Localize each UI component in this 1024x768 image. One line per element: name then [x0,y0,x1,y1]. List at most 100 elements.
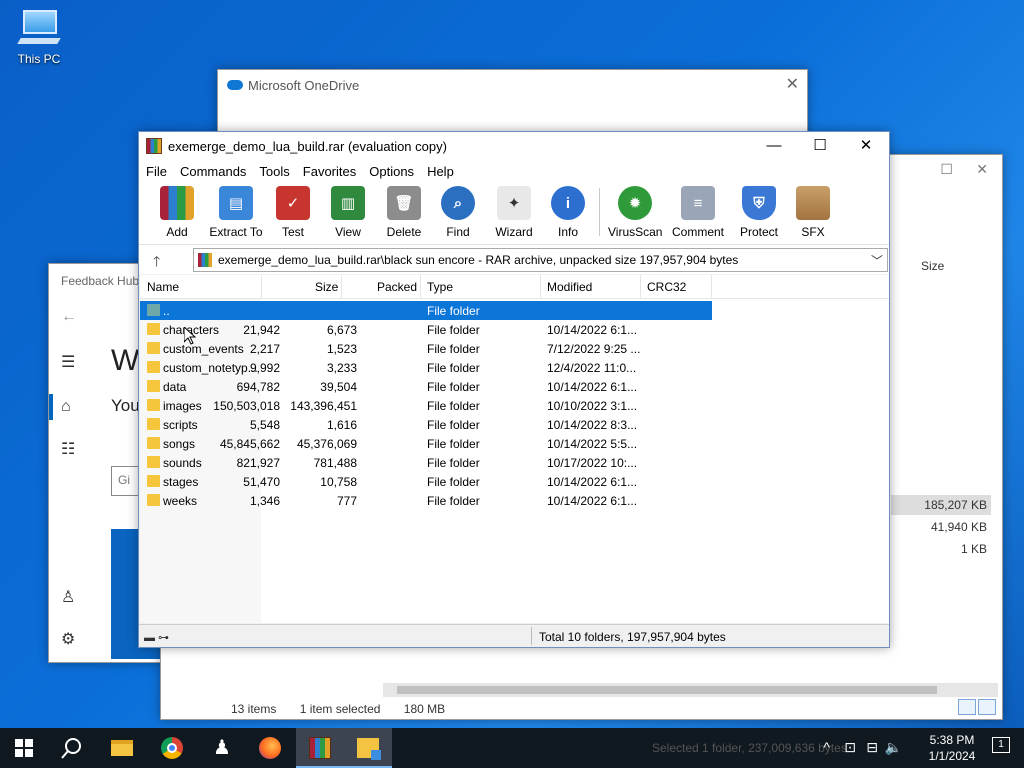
start-button[interactable] [0,728,48,768]
taskbar-winrar[interactable] [296,728,344,768]
menu-tools[interactable]: Tools [252,162,295,179]
taskbar-explorer-window[interactable] [344,728,392,768]
file-row[interactable]: characters 21,942 6,673 File folder 10/14/20… [140,320,712,339]
winrar-window[interactable]: exemerge_demo_lua_build.rar (evaluation … [138,131,890,648]
taskbar-chrome[interactable] [148,728,196,768]
file-row[interactable]: sounds 821,927 781,488 File folder 10/17/202… [140,453,712,472]
extract-to-button[interactable]: ▤ Extract To [208,186,264,239]
account-icon[interactable]: ♙ [61,587,75,607]
parent-folder-icon [147,304,160,316]
taskbar-people[interactable]: ♟ [198,728,246,768]
add-button[interactable]: Add [159,186,195,239]
hamburger-icon[interactable]: ☰ [61,352,75,372]
folder-icon [147,380,160,392]
search-button[interactable] [48,728,96,768]
winrar-status-bar: ▬ ⊶ Total 10 folders, 197,957,904 bytes [139,624,889,647]
test-checklist-icon: ✓ [276,186,310,220]
file-list[interactable]: Name Size Packed Type Modified CRC32 .. … [140,275,889,623]
view-button[interactable]: ▥ View [328,186,368,239]
this-pc-desktop-icon[interactable]: This PC [8,8,70,66]
test-button[interactable]: ✓ Test [275,186,311,239]
feedback-heading: W [111,344,140,377]
menu-favorites[interactable]: Favorites [296,162,362,179]
find-button[interactable]: ⌕ Find [440,186,476,239]
column-packed[interactable]: Packed [377,280,417,294]
file-row[interactable]: scripts 5,548 1,616 File folder 10/14/2022 8… [140,415,712,434]
file-row[interactable]: images 150,503,018 143,396,451 File folder 1… [140,396,712,415]
comment-button[interactable]: ≡ Comment [671,186,725,239]
magic-wand-icon: ✦ [497,186,531,220]
home-icon[interactable]: ⌂ [61,398,71,416]
explorer-view-toggle[interactable] [956,699,996,718]
taskbar-firefox[interactable] [246,728,294,768]
menu-help[interactable]: Help [420,162,460,179]
clock[interactable]: 5:38 PM 1/1/2024 [922,732,982,764]
column-modified[interactable]: Modified [547,280,592,294]
file-row[interactable]: weeks 1,346 777 File folder 10/14/2022 6:1..… [140,491,712,510]
maximize-button[interactable]: ☐ [797,132,843,162]
explorer-size-cell: 1 KB [960,542,987,556]
network-status-icon[interactable]: ⊡ [844,739,856,756]
protect-button[interactable]: ⛨ Protect [738,186,780,239]
onedrive-title: Microsoft OneDrive [248,78,360,93]
winrar-titlebar[interactable]: exemerge_demo_lua_build.rar (evaluation … [139,132,889,162]
file-row[interactable]: custom_events 2,217 1,523 File folder 7/12/2… [140,339,712,358]
taskbar: ♟ Selected 1 folder, 237,009,636 bytes ^… [0,728,1024,768]
status-total: Total 10 folders, 197,957,904 bytes [539,630,726,644]
explorer-window-controls[interactable]: ☐ ✕ [940,161,988,178]
explorer-size-column-header[interactable]: Size [921,259,944,273]
archive-path-box[interactable]: exemerge_demo_lua_build.rar\black sun en… [193,248,888,272]
close-button[interactable]: ✕ [843,132,889,162]
rar-archive-icon [198,253,212,267]
folder-icon [147,456,160,468]
drive-icon[interactable]: ▬ ⊶ [144,631,169,644]
folder-icon [147,323,160,335]
info-button[interactable]: i Info [550,186,586,239]
clock-date: 1/1/2024 [928,749,976,763]
file-row[interactable]: stages 51,470 10,758 File folder 10/14/2022 … [140,472,712,491]
settings-gear-icon[interactable]: ⚙ [61,629,75,649]
column-type[interactable]: Type [427,280,453,294]
chevron-down-icon[interactable]: ﹀ [871,252,883,269]
menu-options[interactable]: Options [362,162,420,179]
minimize-button[interactable]: — [751,132,797,162]
magnifier-icon: ⌕ [441,186,475,220]
file-row[interactable]: custom_notetyp... 9,992 3,233 File folder 12… [140,358,712,377]
volume-muted-icon[interactable]: 🔈 [885,739,902,756]
winrar-icon [309,737,331,759]
chevron-up-icon[interactable]: ^ [823,739,830,755]
file-row[interactable]: data 694,782 39,504 File folder 10/14/2022 6… [140,377,712,396]
large-icons-view-icon[interactable] [978,699,996,715]
back-arrow-icon[interactable]: ← [61,308,77,326]
winrar-toolbar: Add ▤ Extract To ✓ Test ▥ View 🗑 Delete ⌕ Fin… [139,182,889,244]
delete-button[interactable]: 🗑 Delete [384,186,424,239]
address-bar: 🡑 exemerge_demo_lua_build.rar\black sun … [139,244,889,274]
folder-icon [147,342,160,354]
wizard-button[interactable]: ✦ Wizard [493,186,535,239]
virusscan-button[interactable]: ✹ VirusScan [608,186,662,239]
windows-logo-icon [15,739,33,757]
folder-icon [147,494,160,506]
notification-center-icon[interactable]: 1 [992,737,1010,753]
menu-commands[interactable]: Commands [173,162,252,179]
onedrive-close-icon[interactable]: ✕ [786,74,799,94]
network-icon[interactable]: ⊟ [866,739,878,756]
menu-file[interactable]: File [139,162,173,179]
details-view-icon[interactable] [958,699,976,715]
explorer-item-count: 13 items [231,702,277,716]
taskbar-file-explorer[interactable] [98,728,146,768]
column-size[interactable]: Size [315,280,338,294]
toolbar-separator [599,188,600,236]
up-arrow-icon[interactable]: 🡑 [153,251,160,275]
column-name[interactable]: Name [147,280,179,294]
explorer-horizontal-scrollbar[interactable] [383,683,998,697]
chrome-icon [161,737,183,759]
column-crc32[interactable]: CRC32 [647,280,686,294]
search-icon [61,738,81,759]
onedrive-cloud-icon [227,80,243,90]
file-row-parent[interactable]: .. File folder [140,301,712,320]
sfx-button[interactable]: SFX [794,186,832,239]
this-pc-label: This PC [17,52,61,66]
feedback-icon[interactable]: ☷ [61,439,75,459]
file-row[interactable]: songs 45,845,662 45,376,069 File folder 10/1… [140,434,712,453]
